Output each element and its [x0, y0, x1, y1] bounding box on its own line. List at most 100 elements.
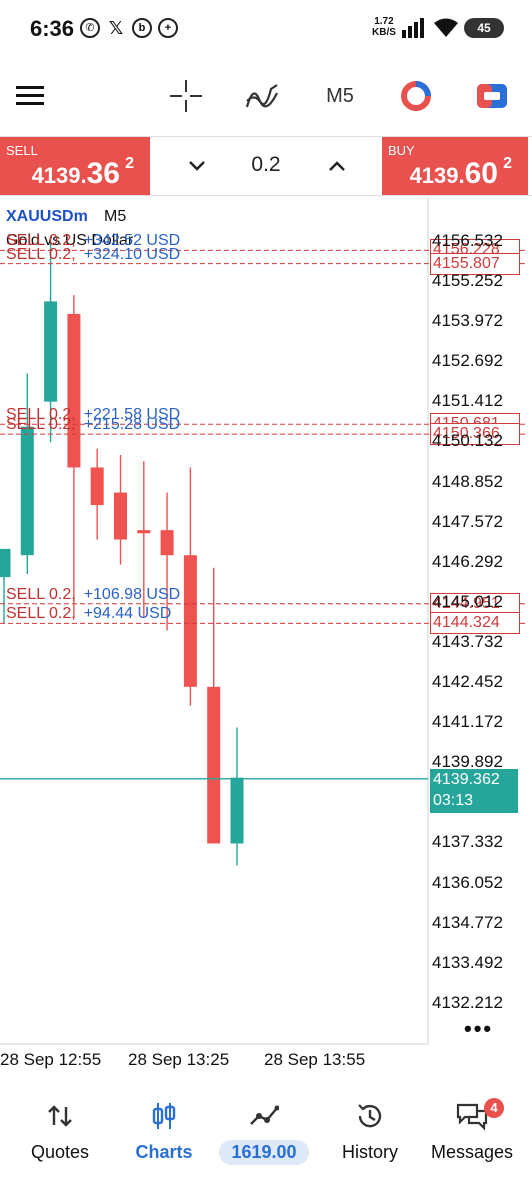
- time-label: 28 Sep 13:25: [128, 1050, 230, 1069]
- network-speed-unit: KB/S: [372, 27, 396, 38]
- trade-icon: [250, 1105, 279, 1125]
- order-profit: +106.98 USD: [83, 585, 181, 603]
- time-label: 28 Sep 13:55: [264, 1050, 366, 1069]
- buy-price-main: 4139.: [409, 163, 465, 188]
- nav-charts[interactable]: Charts: [112, 1096, 216, 1176]
- candle-body: [207, 686, 221, 844]
- one-click-icon: [477, 84, 507, 108]
- chart-toolbar: M5: [0, 60, 532, 132]
- price-axis-label: 4155.252: [432, 270, 503, 290]
- network-speed-value: 1.72: [374, 16, 394, 27]
- crosshair-button[interactable]: [164, 74, 208, 118]
- buy-button[interactable]: BUY 4139.60 2: [382, 137, 528, 195]
- candle-body: [67, 313, 81, 468]
- network-speed: 1.72 KB/S: [372, 16, 396, 38]
- price-axis-label: 4141.172: [432, 712, 503, 732]
- nav-charts-label: Charts: [135, 1142, 193, 1162]
- order-label[interactable]: SELL 0.2, +215.28 USD: [6, 416, 180, 434]
- buy-price: 4139.60 2: [409, 155, 512, 191]
- buy-price-sup: 2: [503, 155, 512, 172]
- order-side: SELL 0.2,: [6, 605, 76, 623]
- candle-body: [114, 492, 127, 540]
- sell-label: SELL: [6, 143, 38, 158]
- status-time: 6:36: [30, 16, 75, 41]
- status-bar: 6:36 ✆ 𝕏 b + 1.72 KB/S 45: [0, 0, 532, 58]
- timeframe-label: M5: [326, 84, 354, 107]
- order-side: SELL 0.2,: [6, 416, 76, 434]
- timeframe-button[interactable]: M5: [318, 74, 362, 118]
- price-axis-label: 4133.492: [432, 952, 503, 972]
- signals-icon: [401, 81, 431, 111]
- current-price-value: 4139.362: [433, 770, 500, 788]
- order-side: SELL 0.2,: [6, 585, 76, 603]
- volume-decrease-button[interactable]: [182, 151, 212, 181]
- indicators-button[interactable]: [240, 74, 284, 118]
- bottom-navigation: Quotes Charts 1619.00 History 4 Messages: [0, 1084, 532, 1200]
- app-notification-icon: b: [132, 18, 152, 38]
- charts-icon: [152, 1103, 176, 1129]
- bar-countdown: 03:13: [433, 791, 474, 809]
- volume-increase-button[interactable]: [322, 151, 352, 181]
- whatsapp-icon: ✆: [80, 18, 100, 38]
- candle-body: [20, 426, 34, 556]
- price-axis-label: 4142.452: [432, 672, 503, 692]
- time-label: 28 Sep 12:55: [0, 1050, 102, 1069]
- nav-messages[interactable]: 4 Messages: [420, 1096, 524, 1176]
- order-label[interactable]: SELL 0.2, +94.44 USD: [6, 605, 171, 623]
- price-axis-label: 4153.972: [432, 311, 503, 331]
- order-label[interactable]: SELL 0.2, +324.10 USD: [6, 246, 180, 264]
- price-axis-label: 4148.852: [432, 471, 503, 491]
- price-axis-label: 4146.292: [432, 551, 503, 571]
- order-side: SELL 0.2,: [6, 245, 76, 263]
- add-icon: +: [158, 18, 178, 38]
- notification-icons: ✆ 𝕏 b +: [80, 18, 178, 38]
- nav-history[interactable]: History: [318, 1096, 422, 1176]
- volume-value[interactable]: 0.2: [236, 153, 296, 177]
- price-axis-label: 4152.692: [432, 351, 503, 371]
- crosshair-icon: [170, 80, 202, 112]
- candle-body: [0, 548, 11, 578]
- price-axis-label: 4147.572: [432, 511, 503, 531]
- messages-badge: 4: [484, 1098, 504, 1118]
- candle-body: [230, 777, 244, 844]
- price-axis-label: 4145.012: [432, 591, 503, 611]
- history-icon: [358, 1104, 382, 1128]
- order-profit: +94.44 USD: [83, 605, 172, 623]
- order-label[interactable]: SELL 0.2, +106.98 USD: [6, 586, 180, 604]
- menu-button[interactable]: [8, 74, 52, 118]
- nav-trade[interactable]: 1619.00: [212, 1096, 316, 1176]
- buy-label: BUY: [388, 143, 415, 158]
- price-axis-label: 4137.332: [432, 832, 503, 852]
- trading-signals-button[interactable]: [394, 74, 438, 118]
- sell-price-main: 4139.: [31, 163, 87, 188]
- order-profit: +215.28 USD: [83, 416, 181, 434]
- signal-icon: [402, 18, 424, 38]
- candle-body: [44, 301, 58, 402]
- candle-body: [137, 530, 151, 534]
- candle-body: [90, 467, 104, 506]
- one-click-trade-panel: SELL 4139.36 2 0.2 BUY 4139.60 2: [0, 136, 532, 196]
- nav-quotes[interactable]: Quotes: [8, 1096, 112, 1176]
- nav-messages-label: Messages: [430, 1142, 514, 1162]
- buy-price-big: 60: [464, 157, 498, 190]
- price-axis-label: 4156.532: [432, 230, 503, 250]
- more-options-button[interactable]: •••: [464, 1016, 493, 1042]
- price-axis-label: 4150.132: [432, 431, 503, 451]
- nav-quotes-label: Quotes: [30, 1142, 90, 1162]
- sell-button[interactable]: SELL 4139.36 2: [0, 137, 150, 195]
- price-axis-label: 4132.212: [432, 992, 503, 1012]
- price-chart[interactable]: XAUUSDm M5 Gold vs US Dollar SELL 0.2, +3…: [0, 198, 532, 1074]
- account-balance: 1619.00: [219, 1140, 309, 1165]
- price-axis-label: 4143.732: [432, 631, 503, 651]
- candle-body: [160, 530, 174, 556]
- candle-body: [183, 555, 197, 687]
- sell-price: 4139.36 2: [31, 155, 134, 191]
- x-icon: 𝕏: [108, 18, 124, 38]
- one-click-trading-button[interactable]: [470, 74, 514, 118]
- quotes-icon: [48, 1105, 72, 1127]
- price-axis-label: 4136.052: [432, 872, 503, 892]
- chart-symbol: XAUUSDm: [6, 208, 88, 225]
- chart-timeframe: M5: [104, 208, 127, 225]
- current-price-tag: 4139.362 03:13: [430, 768, 518, 813]
- price-axis-label: 4134.772: [432, 912, 503, 932]
